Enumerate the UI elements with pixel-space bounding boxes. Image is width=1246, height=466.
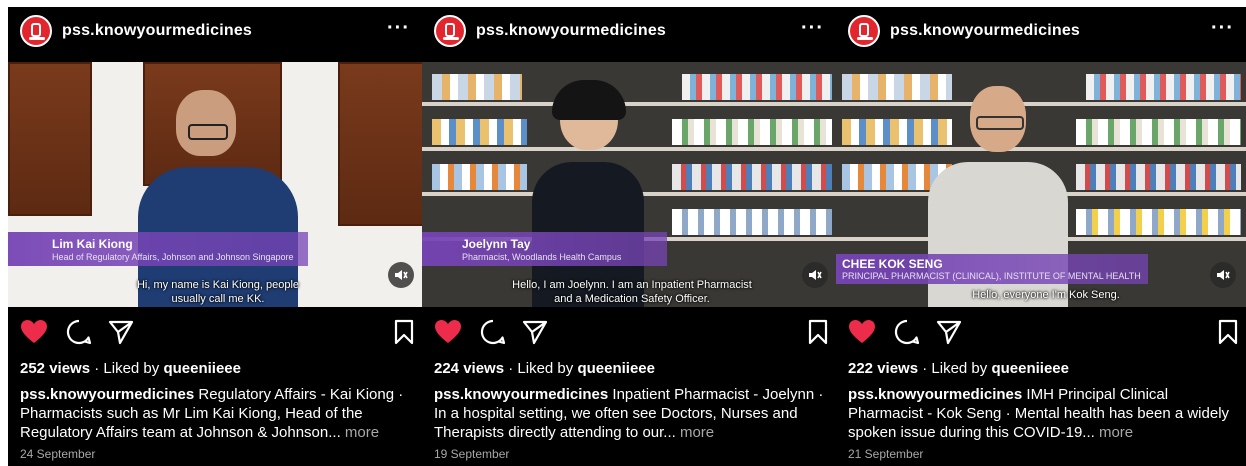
- shelf: [422, 147, 836, 151]
- heart-icon[interactable]: [20, 319, 48, 345]
- post-date: 19 September: [434, 447, 510, 461]
- post-stats: 222 views · Liked by queeniieee: [848, 360, 1069, 377]
- post-header: pss.knowyourmedicines ···: [422, 7, 836, 65]
- glasses: [188, 124, 228, 140]
- more-link[interactable]: more: [345, 424, 379, 441]
- video-player[interactable]: Joelynn Tay Pharmacist, Woodlands Health…: [422, 62, 836, 307]
- liked-by-user[interactable]: queeniieee: [577, 360, 655, 377]
- post-username[interactable]: pss.knowyourmedicines: [476, 22, 666, 40]
- comment-icon[interactable]: [66, 319, 92, 345]
- share-icon[interactable]: [108, 319, 134, 345]
- wall-plaque: [8, 62, 92, 216]
- presenter-body: [928, 162, 1068, 307]
- post-card: pss.knowyourmedicines ··· Joelynn Tay Ph…: [422, 7, 836, 466]
- post-username[interactable]: pss.knowyourmedicines: [62, 22, 252, 40]
- profile-avatar[interactable]: [20, 15, 52, 47]
- more-link[interactable]: more: [1099, 424, 1133, 441]
- heart-icon[interactable]: [434, 319, 462, 345]
- name-lower-third: Lim Kai Kiong Head of Regulatory Affairs…: [8, 232, 308, 266]
- mute-button[interactable]: [1210, 262, 1236, 288]
- bookmark-icon[interactable]: [1218, 319, 1238, 345]
- post-header: pss.knowyourmedicines ···: [8, 7, 422, 65]
- view-count: 224 views: [434, 360, 505, 377]
- post-actions: [836, 319, 1246, 349]
- shelf-products: [1086, 74, 1241, 100]
- share-icon[interactable]: [936, 319, 962, 345]
- comment-icon[interactable]: [894, 319, 920, 345]
- shelf-products: [1076, 209, 1241, 235]
- comment-icon[interactable]: [480, 319, 506, 345]
- lower-third-title: Head of Regulatory Affairs, Johnson and …: [52, 252, 294, 262]
- shelf-products: [672, 119, 832, 145]
- video-subtitle: Hello, everyone I'm Kok Seng.: [972, 289, 1120, 301]
- more-icon[interactable]: ···: [387, 17, 410, 40]
- post-caption: pss.knowyourmedicines IMH Principal Clin…: [848, 385, 1234, 442]
- post-username[interactable]: pss.knowyourmedicines: [890, 22, 1080, 40]
- view-count: 222 views: [848, 360, 919, 377]
- caption-username[interactable]: pss.knowyourmedicines: [20, 386, 194, 403]
- shelf-products: [842, 74, 952, 100]
- shelf-products: [432, 119, 527, 145]
- lower-third-name: CHEE KOK SENG: [842, 257, 943, 271]
- video-player[interactable]: CHEE KOK SENG PRINCIPAL PHARMACIST (CLIN…: [836, 62, 1246, 307]
- more-icon[interactable]: ···: [1211, 17, 1234, 40]
- video-subtitle: Hello, I am Joelynn. I am an Inpatient P…: [512, 279, 752, 305]
- shelf-products: [672, 209, 832, 235]
- more-link[interactable]: more: [680, 424, 714, 441]
- lower-third-title: Pharmacist, Woodlands Health Campus: [462, 252, 622, 262]
- mute-button[interactable]: [802, 262, 828, 288]
- name-lower-third: CHEE KOK SENG PRINCIPAL PHARMACIST (CLIN…: [836, 254, 1148, 284]
- presenter-head: [176, 90, 236, 156]
- glasses: [976, 116, 1024, 130]
- post-actions: [8, 319, 422, 349]
- liked-by-label: Liked by: [103, 360, 160, 377]
- post-stats: 224 views · Liked by queeniieee: [434, 360, 655, 377]
- post-card: pss.knowyourmedicines ··· CHEE KOK SENG …: [836, 7, 1246, 466]
- caption-username[interactable]: pss.knowyourmedicines: [434, 386, 608, 403]
- shelf-products: [672, 164, 832, 190]
- shelf: [836, 147, 1246, 151]
- post-feed: pss.knowyourmedicines ··· Lim Kai Kiong …: [0, 0, 1246, 466]
- shelf-products: [842, 119, 952, 145]
- liked-by-label: Liked by: [931, 360, 988, 377]
- post-card: pss.knowyourmedicines ··· Lim Kai Kiong …: [8, 7, 422, 466]
- shelf: [422, 102, 836, 106]
- mute-icon: [1217, 270, 1230, 280]
- profile-avatar[interactable]: [848, 15, 880, 47]
- video-player[interactable]: Lim Kai Kiong Head of Regulatory Affairs…: [8, 62, 422, 307]
- mute-button[interactable]: [388, 262, 414, 288]
- shelf-products: [682, 74, 832, 100]
- lower-third-title: PRINCIPAL PHARMACIST (CLINICAL), INSTITU…: [842, 271, 1141, 281]
- more-icon[interactable]: ···: [801, 17, 824, 40]
- shelf-products: [432, 74, 522, 100]
- mute-icon: [809, 270, 822, 280]
- liked-by-label: Liked by: [517, 360, 574, 377]
- shelf: [836, 102, 1246, 106]
- view-count: 252 views: [20, 360, 91, 377]
- share-icon[interactable]: [522, 319, 548, 345]
- name-lower-third: Joelynn Tay Pharmacist, Woodlands Health…: [422, 232, 667, 266]
- liked-by-user[interactable]: queeniieee: [163, 360, 241, 377]
- post-date: 24 September: [20, 447, 96, 461]
- shelf-products: [1076, 164, 1241, 190]
- wall-plaque: [338, 62, 422, 226]
- bookmark-icon[interactable]: [394, 319, 414, 345]
- profile-avatar[interactable]: [434, 15, 466, 47]
- mute-icon: [395, 270, 408, 280]
- post-actions: [422, 319, 836, 349]
- lower-third-name: Joelynn Tay: [462, 237, 531, 251]
- post-header: pss.knowyourmedicines ···: [836, 7, 1246, 65]
- post-stats: 252 views · Liked by queeniieee: [20, 360, 241, 377]
- shelf-products: [432, 164, 527, 190]
- post-caption: pss.knowyourmedicines Inpatient Pharmaci…: [434, 385, 826, 442]
- heart-icon[interactable]: [848, 319, 876, 345]
- post-date: 21 September: [848, 447, 924, 461]
- shelf-products: [1076, 119, 1241, 145]
- lower-third-name: Lim Kai Kiong: [52, 237, 133, 251]
- liked-by-user[interactable]: queeniieee: [991, 360, 1069, 377]
- post-caption: pss.knowyourmedicines Regulatory Affairs…: [20, 385, 412, 442]
- bookmark-icon[interactable]: [808, 319, 828, 345]
- caption-username[interactable]: pss.knowyourmedicines: [848, 386, 1022, 403]
- video-subtitle: Hi, my name is Kai Kiong, people usually…: [136, 279, 300, 305]
